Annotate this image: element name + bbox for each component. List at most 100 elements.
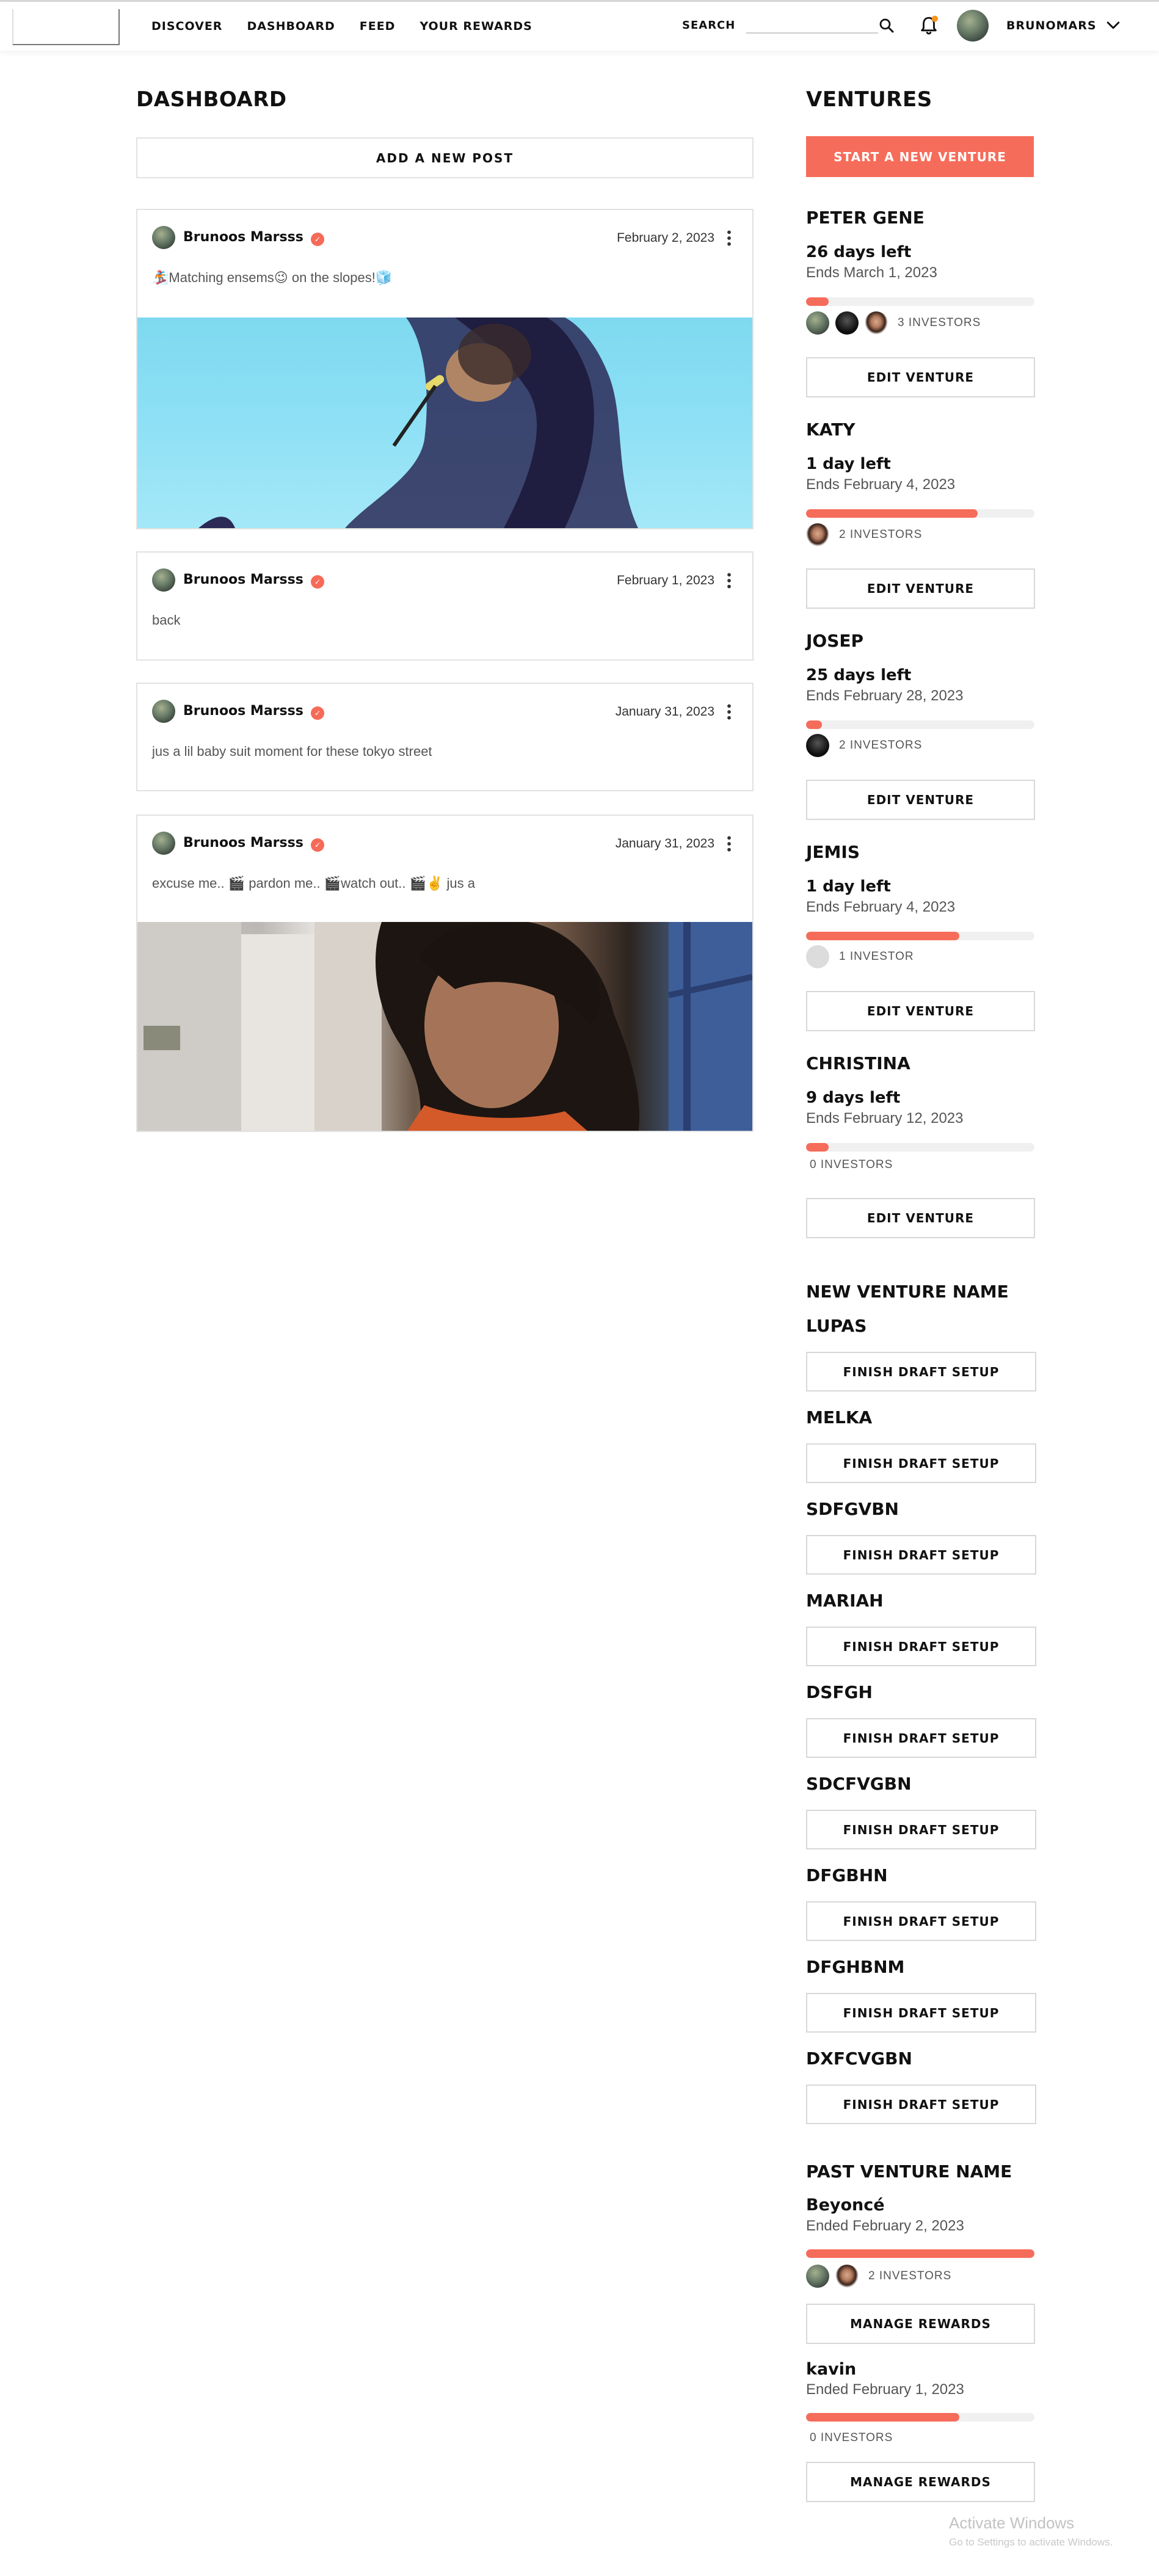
investor-avatar[interactable]	[806, 2265, 829, 2288]
post-image[interactable]	[137, 317, 752, 528]
investor-avatar[interactable]	[806, 311, 829, 335]
venture-name[interactable]: PETER GENE	[806, 208, 925, 228]
post-image[interactable]	[137, 922, 752, 1131]
more-options-icon[interactable]	[723, 228, 735, 248]
bell-icon[interactable]	[918, 14, 939, 37]
progress-fill	[806, 509, 978, 518]
past-venture-name[interactable]: Beyoncé	[806, 2196, 885, 2215]
past-venture-end-date: Ended February 1, 2023	[806, 2381, 964, 2398]
more-options-icon[interactable]	[723, 834, 735, 854]
nav-your-rewards[interactable]: YOUR REWARDS	[420, 20, 532, 33]
investor-avatar[interactable]	[806, 945, 829, 968]
post-date: January 31, 2023	[615, 836, 714, 851]
finish-draft-button[interactable]: FINISH DRAFT SETUP	[806, 1901, 1036, 1941]
past-venture-name[interactable]: kavin	[806, 2360, 856, 2379]
manage-rewards-button[interactable]: MANAGE REWARDS	[806, 2304, 1035, 2344]
search-icon[interactable]	[877, 16, 896, 35]
venture-name[interactable]: KATY	[806, 419, 856, 440]
draft-name[interactable]: MARIAH	[806, 1591, 884, 1611]
finish-draft-button[interactable]: FINISH DRAFT SETUP	[806, 1718, 1036, 1758]
venture-end-date: Ends March 1, 2023	[806, 264, 937, 281]
venture-progress-bar	[806, 720, 1034, 729]
edit-venture-button[interactable]: EDIT VENTURE	[806, 780, 1035, 820]
post-text: 🏂Matching ensems😉 on the slopes!🧊	[152, 270, 393, 285]
post-header: Brunoos Marsss ✓ February 2, 2023	[152, 226, 738, 250]
post-text: jus a lil baby suit moment for these tok…	[152, 744, 432, 759]
start-venture-button[interactable]: START A NEW VENTURE	[806, 136, 1034, 177]
investor-avatar[interactable]	[806, 734, 829, 757]
draft-name[interactable]: DSFGH	[806, 1682, 873, 1702]
edit-venture-button[interactable]: EDIT VENTURE	[806, 357, 1035, 397]
activation-watermark-subtitle: Go to Settings to activate Windows.	[949, 2536, 1113, 2548]
draft-name[interactable]: DFGHBNM	[806, 1957, 904, 1977]
edit-venture-button[interactable]: EDIT VENTURE	[806, 568, 1035, 609]
author-avatar[interactable]	[152, 832, 175, 855]
investor-row: 0 INVESTORS	[806, 1152, 893, 1178]
venture-name[interactable]: CHRISTINA	[806, 1053, 910, 1073]
search-input[interactable]	[746, 18, 878, 34]
progress-fill	[806, 2413, 959, 2422]
chevron-down-icon[interactable]	[1104, 16, 1122, 35]
post-text: excuse me.. 🎬 pardon me.. 🎬watch out.. 🎬…	[152, 876, 475, 891]
add-post-button[interactable]: ADD A NEW POST	[136, 137, 754, 178]
post-header: Brunoos Marsss ✓ January 31, 2023	[152, 700, 738, 724]
finish-draft-button[interactable]: FINISH DRAFT SETUP	[806, 1627, 1036, 1666]
author-avatar[interactable]	[152, 568, 175, 592]
venture-days-left: 26 days left	[806, 243, 912, 261]
author-avatar[interactable]	[152, 226, 175, 249]
more-options-icon[interactable]	[723, 702, 735, 722]
investor-avatar[interactable]	[835, 2265, 859, 2288]
logo[interactable]	[12, 9, 120, 45]
post-card: Brunoos Marsss ✓ February 2, 2023 🏂Match…	[136, 209, 754, 529]
draft-name[interactable]: SDCFVGBN	[806, 1774, 912, 1794]
post-date: January 31, 2023	[615, 705, 714, 719]
finish-draft-button[interactable]: FINISH DRAFT SETUP	[806, 1535, 1036, 1575]
venture-progress-bar	[806, 1143, 1034, 1152]
top-navbar: DISCOVER DASHBOARD FEED YOUR REWARDS SEA…	[0, 2, 1159, 51]
nav-dashboard[interactable]: DASHBOARD	[247, 20, 335, 33]
draft-name[interactable]: LUPAS	[806, 1316, 867, 1336]
nav-discover[interactable]: DISCOVER	[151, 20, 222, 33]
post-author[interactable]: Brunoos Marsss	[183, 703, 303, 719]
venture-name[interactable]: JOSEP	[806, 631, 863, 651]
investor-avatar[interactable]	[806, 523, 829, 546]
username[interactable]: BRUNOMARS	[1006, 19, 1097, 32]
post-author[interactable]: Brunoos Marsss	[183, 230, 303, 245]
venture-progress-bar	[806, 509, 1034, 518]
verified-badge-icon: ✓	[311, 838, 324, 852]
post-date: February 1, 2023	[617, 573, 714, 587]
post-author[interactable]: Brunoos Marsss	[183, 572, 303, 587]
draft-name[interactable]: DFGBHN	[806, 1865, 888, 1885]
venture-days-left: 9 days left	[806, 1089, 901, 1107]
venture-name[interactable]: JEMIS	[806, 842, 860, 862]
post-card: Brunoos Marsss ✓ January 31, 2023 excuse…	[136, 815, 754, 1132]
investor-avatar[interactable]	[865, 311, 888, 335]
verified-badge-icon: ✓	[311, 575, 324, 589]
venture-progress-bar	[806, 2413, 1034, 2422]
edit-venture-button[interactable]: EDIT VENTURE	[806, 991, 1035, 1031]
finish-draft-button[interactable]: FINISH DRAFT SETUP	[806, 1993, 1036, 2033]
investor-avatar[interactable]	[835, 311, 859, 335]
finish-draft-button[interactable]: FINISH DRAFT SETUP	[806, 2084, 1036, 2124]
venture-days-left: 1 day left	[806, 455, 891, 473]
finish-draft-button[interactable]: FINISH DRAFT SETUP	[806, 1443, 1036, 1483]
finish-draft-button[interactable]: FINISH DRAFT SETUP	[806, 1352, 1036, 1391]
verified-badge-icon: ✓	[311, 233, 324, 246]
draft-name[interactable]: SDFGVBN	[806, 1499, 899, 1519]
investor-row: 3 INVESTORS	[806, 310, 981, 336]
finish-draft-button[interactable]: FINISH DRAFT SETUP	[806, 1810, 1036, 1849]
user-avatar[interactable]	[957, 10, 989, 42]
nav-feed[interactable]: FEED	[360, 20, 396, 33]
post-author[interactable]: Brunoos Marsss	[183, 835, 303, 851]
draft-name[interactable]: MELKA	[806, 1407, 872, 1428]
author-avatar[interactable]	[152, 700, 175, 723]
draft-name[interactable]: DXFCVGBN	[806, 2048, 912, 2069]
activation-watermark-title: Activate Windows	[949, 2514, 1075, 2532]
edit-venture-button[interactable]: EDIT VENTURE	[806, 1198, 1035, 1238]
more-options-icon[interactable]	[723, 571, 735, 590]
investor-row: 2 INVESTORS	[806, 2263, 951, 2290]
investor-row: 0 INVESTORS	[806, 2425, 893, 2451]
manage-rewards-button[interactable]: MANAGE REWARDS	[806, 2462, 1035, 2502]
venture-progress-bar	[806, 2249, 1034, 2258]
investor-row: 2 INVESTORS	[806, 521, 922, 548]
